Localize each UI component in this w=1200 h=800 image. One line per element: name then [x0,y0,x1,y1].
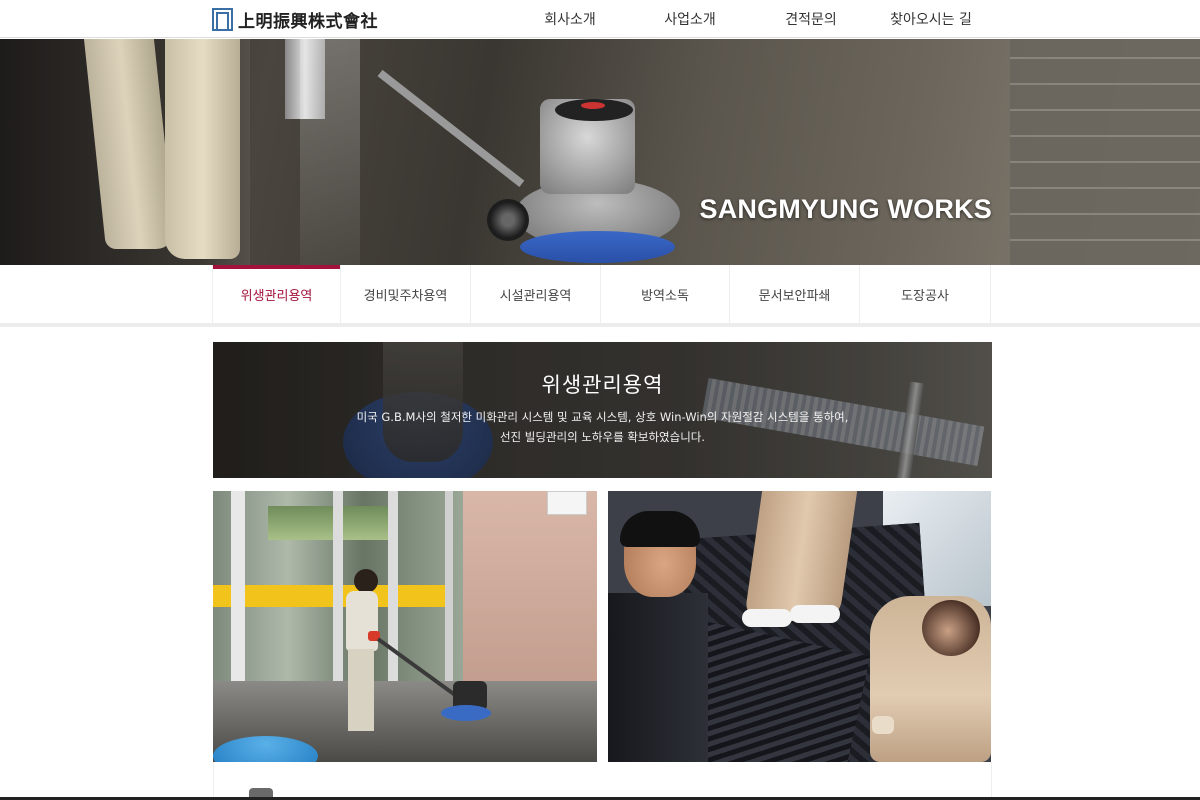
nav-item-company[interactable]: 회사소개 [520,0,620,38]
nav-item-business[interactable]: 사업소개 [640,0,740,38]
tab-document-shred[interactable]: 문서보안파쇄 [730,265,860,323]
nav-item-estimate[interactable]: 견적문의 [761,0,861,38]
photo-mat-installation [608,491,991,762]
logo-text: 上明振興株式會社 [238,11,378,32]
hero-banner: SANGMYUNG WORKS [0,39,1200,265]
tab-painting[interactable]: 도장공사 [860,265,991,323]
site-logo[interactable]: 上明振興株式會社 [212,7,378,32]
hero-title: SANGMYUNG WORKS [699,194,992,224]
tab-security-parking[interactable]: 경비및주차용역 [341,265,471,323]
logo-icon [212,7,233,31]
tab-sanitation[interactable]: 위생관리용역 [213,265,341,323]
nav-item-location[interactable]: 찾아오시는 길 [876,0,986,38]
section-description-line-1: 미국 G.B.M사의 철저한 미화관리 시스템 및 교육 시스템, 상호 Win… [356,410,849,424]
section-description-line-2: 선진 빌딩관리의 노하우를 확보하였습니다. [499,430,706,444]
section-title: 위생관리용역 [541,373,664,397]
section-banner: 위생관리용역 미국 G.B.M사의 철저한 미화관리 시스템 및 교육 시스템,… [213,342,992,478]
tab-facility[interactable]: 시설관리용역 [471,265,601,323]
sub-navigation: 위생관리용역 경비및주차용역 시설관리용역 방역소독 문서보안파쇄 도장공사 [0,265,1200,327]
site-header: 上明振興株式會社 회사소개 사업소개 견적문의 찾아오시는 길 [0,0,1200,38]
tab-disinfection[interactable]: 방역소독 [601,265,730,323]
photo-floor-cleaning [213,491,597,762]
content-card [213,762,992,800]
